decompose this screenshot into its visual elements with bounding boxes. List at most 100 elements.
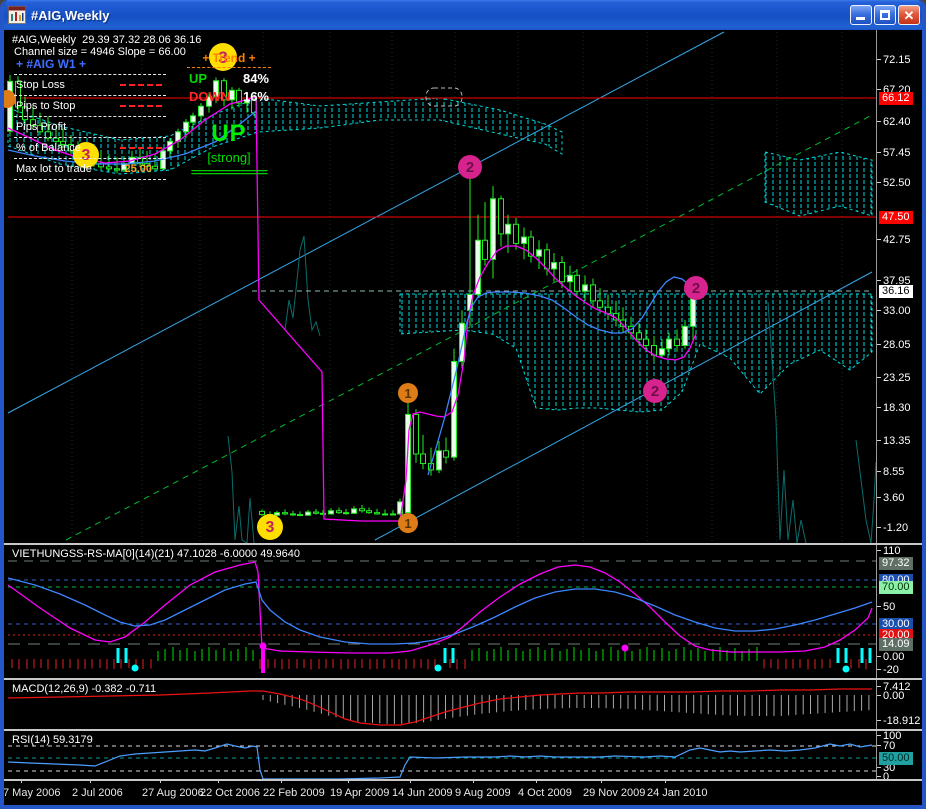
chart-content: 33322211 #AIG,Weekly 29.39 37.32 28.06 3… bbox=[4, 30, 922, 805]
date-label: 7 May 2006 bbox=[3, 787, 60, 799]
chart-window-icon bbox=[8, 6, 26, 24]
panel-splitter[interactable] bbox=[4, 779, 922, 781]
scale-badge: 50.00 bbox=[879, 752, 913, 765]
scale-tick: -1.20 bbox=[883, 522, 908, 534]
scale-tick: -20 bbox=[883, 664, 899, 676]
title-bar: #AIG,Weekly ✕ bbox=[0, 0, 926, 30]
svg-text:2: 2 bbox=[692, 280, 700, 297]
signal-marker[interactable]: 1 bbox=[398, 513, 418, 533]
date-axis[interactable]: 7 May 2006 2 Jul 2006 27 Aug 200622 Oct 20… bbox=[4, 779, 922, 805]
trade-row-label: Pips Profit bbox=[16, 121, 166, 133]
scale-tick: 0.00 bbox=[883, 651, 904, 663]
signal-marker[interactable]: 2 bbox=[458, 155, 482, 179]
panel-splitter[interactable] bbox=[4, 729, 922, 731]
date-label: 22 Feb 2009 bbox=[263, 787, 325, 799]
trade-panel-title: + #AIG W1 + bbox=[14, 56, 166, 75]
date-label: 14 Jun 2009 bbox=[392, 787, 453, 799]
scale-tick: 42.75 bbox=[883, 234, 911, 246]
signal-marker[interactable]: 2 bbox=[643, 379, 667, 403]
scale-tick: 72.15 bbox=[883, 54, 911, 66]
scale-badge: 70.00 bbox=[879, 581, 913, 594]
date-label: 29 Nov 2009 bbox=[583, 787, 645, 799]
date-label: 19 Apr 2009 bbox=[330, 787, 389, 799]
scale-tick: 50 bbox=[883, 601, 895, 613]
viethung-panel[interactable] bbox=[4, 545, 876, 677]
date-label: 4 Oct 2009 bbox=[518, 787, 572, 799]
rsi-panel[interactable] bbox=[4, 731, 876, 779]
scale-tick: 0.00 bbox=[883, 690, 904, 702]
date-label: 27 Aug 2006 bbox=[142, 787, 204, 799]
scale-badge: 47.50 bbox=[879, 211, 913, 224]
red-dashes-indicator bbox=[120, 147, 162, 149]
svg-text:1: 1 bbox=[404, 516, 411, 531]
trade-panel-row: Stop Loss bbox=[14, 75, 166, 96]
scale-tick: 3.60 bbox=[883, 492, 904, 504]
date-label: 22 Oct 2006 bbox=[200, 787, 260, 799]
price-scale[interactable]: 72.1567.2062.4057.4552.5042.7537.9533.00… bbox=[876, 30, 922, 779]
scale-tick: -18.912 bbox=[883, 715, 920, 727]
close-icon: ✕ bbox=[899, 7, 919, 24]
close-button[interactable]: ✕ bbox=[898, 5, 920, 25]
trend-signal: UP bbox=[187, 120, 271, 148]
trend-strength: [strong] bbox=[187, 150, 271, 165]
rsi-header: RSI(14) 59.3179 bbox=[12, 734, 93, 746]
trend-down-label: DOWN bbox=[189, 89, 230, 104]
mt4-chart-window: #AIG,Weekly ✕ 33322211 #AIG,Weekly 29.39… bbox=[0, 0, 926, 809]
signal-marker[interactable]: 3 bbox=[257, 514, 283, 540]
scale-tick: 23.25 bbox=[883, 372, 911, 384]
svg-text:1: 1 bbox=[404, 386, 411, 401]
scale-tick: 62.40 bbox=[883, 116, 911, 128]
trend-down-percent: 16% bbox=[243, 89, 269, 104]
trend-up-percent: 84% bbox=[243, 71, 269, 86]
scale-tick: 33.00 bbox=[883, 305, 911, 317]
scale-tick: 52.50 bbox=[883, 177, 911, 189]
scale-badge: 66.12 bbox=[879, 92, 913, 105]
trend-indicator-panel: + Trend + UP 84% DOWN 16% UP [strong] ==… bbox=[187, 51, 271, 179]
scale-badge: 14.09 bbox=[879, 638, 913, 651]
trade-row-label: Max lot to trade bbox=[16, 163, 124, 175]
macd-header: MACD(12,26,9) -0.382 -0.711 bbox=[12, 683, 156, 695]
date-label: 9 Aug 2009 bbox=[455, 787, 511, 799]
svg-text:2: 2 bbox=[651, 383, 659, 400]
trade-row-label: Pips to Stop bbox=[16, 100, 120, 112]
maximize-button[interactable] bbox=[874, 5, 896, 25]
max-lot-value: 25.00 bbox=[124, 163, 152, 175]
scale-tick: 110 bbox=[883, 545, 901, 557]
signal-marker[interactable]: 1 bbox=[398, 383, 418, 403]
scale-tick: 28.05 bbox=[883, 339, 911, 351]
viethung-header: VIETHUNGSS-RS-MA[0](14)(21) 47.1028 -6.0… bbox=[12, 548, 300, 560]
trade-panel-row: Max lot to trade25.00 bbox=[14, 159, 166, 180]
date-label: 2 Jul 2006 bbox=[72, 787, 123, 799]
scale-tick: 18.30 bbox=[883, 402, 911, 414]
trend-up-row: UP 84% bbox=[187, 68, 271, 86]
panel-splitter[interactable] bbox=[4, 543, 922, 545]
red-dashes-indicator bbox=[120, 84, 162, 86]
trend-panel-title: + Trend + bbox=[187, 51, 271, 68]
trade-panel-row: % of Balance bbox=[14, 138, 166, 159]
svg-text:3: 3 bbox=[266, 519, 275, 536]
red-dashes-indicator bbox=[120, 105, 162, 107]
trade-info-panel: + #AIG W1 + Stop Loss Pips to Stop Pips Pr… bbox=[14, 56, 166, 180]
trend-down-row: DOWN 16% bbox=[187, 86, 271, 104]
trend-underline: ============== bbox=[187, 167, 271, 179]
scale-tick: 57.45 bbox=[883, 147, 911, 159]
date-label: 24 Jan 2010 bbox=[647, 787, 708, 799]
scale-badge: 36.16 bbox=[879, 285, 913, 298]
window-title: #AIG,Weekly bbox=[31, 8, 850, 23]
trend-up-label: UP bbox=[189, 71, 207, 86]
scale-tick: 13.35 bbox=[883, 435, 911, 447]
trade-panel-row: Pips to Stop bbox=[14, 96, 166, 117]
maximize-icon bbox=[880, 10, 890, 20]
signal-marker[interactable]: 2 bbox=[684, 276, 708, 300]
quote-info-line: #AIG,Weekly 29.39 37.32 28.06 36.16 bbox=[12, 34, 201, 46]
scale-tick: 70 bbox=[883, 740, 895, 752]
scale-badge: 97.32 bbox=[879, 557, 913, 570]
panel-splitter[interactable] bbox=[4, 678, 922, 680]
minimize-icon bbox=[856, 17, 865, 20]
svg-text:2: 2 bbox=[466, 159, 474, 176]
minimize-button[interactable] bbox=[850, 5, 872, 25]
trade-panel-row: Pips Profit bbox=[14, 117, 166, 138]
trade-row-label: % of Balance bbox=[16, 142, 120, 154]
scale-tick: 8.55 bbox=[883, 466, 904, 478]
trade-row-label: Stop Loss bbox=[16, 79, 120, 91]
